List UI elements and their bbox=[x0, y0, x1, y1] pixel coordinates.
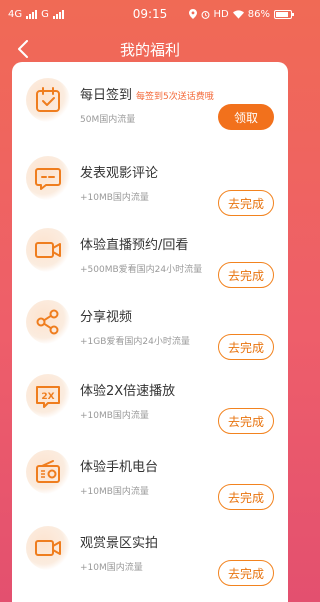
signal-icon bbox=[26, 9, 38, 19]
task-promo: 每签到5次送话费哦 bbox=[136, 92, 214, 102]
speed-2x-icon: 2X bbox=[36, 386, 60, 408]
comment-icon bbox=[35, 168, 61, 190]
go-complete-button[interactable]: 去完成 bbox=[218, 190, 274, 216]
task-icon-wrap bbox=[26, 526, 70, 570]
task-title: 发表观影评论 bbox=[80, 166, 159, 181]
video-camera-icon bbox=[35, 540, 61, 556]
task-item-scenic: 观赏景区实拍 +10M国内流量 去完成 bbox=[12, 520, 288, 594]
go-complete-button[interactable]: 去完成 bbox=[218, 484, 274, 510]
task-item-share: 分享视频 +1GB爱看国内24小时流量 去完成 bbox=[12, 294, 288, 368]
network-type-label-2: G bbox=[41, 8, 49, 20]
task-reward: +10M国内流量 bbox=[80, 563, 143, 573]
status-bar: 4G G 09:15 HD 86% bbox=[0, 0, 300, 28]
hd-label: HD bbox=[213, 8, 229, 20]
task-icon-wrap bbox=[26, 300, 70, 344]
back-button[interactable] bbox=[10, 36, 36, 62]
wifi-icon bbox=[232, 9, 244, 19]
task-reward: +500MB爱看国内24小时流量 bbox=[80, 265, 203, 275]
task-item-daily-checkin: 每日签到 每签到5次送话费哦 50M国内流量 领取 bbox=[12, 72, 288, 146]
task-icon-wrap bbox=[26, 78, 70, 122]
radio-icon bbox=[36, 460, 60, 483]
task-item-2x-speed: 2X 体验2X倍速播放 +10MB国内流量 去完成 bbox=[12, 368, 288, 442]
task-item-comment: 发表观影评论 +10MB国内流量 去完成 bbox=[12, 150, 288, 224]
task-reward: +10MB国内流量 bbox=[80, 193, 149, 203]
video-camera-icon bbox=[35, 242, 61, 258]
task-title: 分享视频 bbox=[80, 310, 133, 325]
calendar-check-icon bbox=[36, 87, 60, 112]
signal-icon-2 bbox=[52, 9, 64, 19]
status-left: 4G G bbox=[8, 9, 64, 20]
page-title: 我的福利 bbox=[119, 40, 180, 59]
task-icon-wrap: 2X bbox=[26, 374, 70, 418]
battery-percent: 86% bbox=[247, 8, 270, 20]
task-reward: +1GB爱看国内24小时流量 bbox=[80, 337, 190, 347]
battery-fill bbox=[276, 11, 288, 17]
task-item-radio: 体验手机电台 +10MB国内流量 去完成 bbox=[12, 444, 288, 518]
go-complete-button[interactable]: 去完成 bbox=[218, 560, 274, 586]
task-reward: +10MB国内流量 bbox=[80, 411, 149, 421]
task-reward: 50M国内流量 bbox=[80, 115, 136, 125]
task-icon-wrap bbox=[26, 450, 70, 494]
task-title-text: 每日签到 bbox=[80, 88, 133, 103]
task-title: 体验手机电台 bbox=[80, 460, 159, 475]
task-item-live-booking: 体验直播预约/回看 +500MB爱看国内24小时流量 去完成 bbox=[12, 222, 288, 296]
go-complete-button[interactable]: 去完成 bbox=[218, 334, 274, 360]
task-icon-wrap bbox=[26, 156, 70, 200]
share-icon bbox=[36, 309, 59, 335]
network-type-label: 4G bbox=[8, 8, 23, 20]
task-list-card: 每日签到 每签到5次送话费哦 50M国内流量 领取 发表观影评论 +10MB国内流… bbox=[12, 62, 288, 602]
claim-button[interactable]: 领取 bbox=[218, 104, 274, 130]
svg-text:2X: 2X bbox=[41, 392, 54, 402]
task-reward: +10MB国内流量 bbox=[80, 487, 149, 497]
chevron-left-icon bbox=[18, 40, 28, 58]
alarm-icon bbox=[201, 10, 209, 19]
go-complete-button[interactable]: 去完成 bbox=[218, 262, 274, 288]
battery-icon bbox=[274, 9, 294, 19]
go-complete-button[interactable]: 去完成 bbox=[218, 408, 274, 434]
task-title: 每日签到 每签到5次送话费哦 bbox=[80, 84, 214, 103]
task-icon-wrap bbox=[26, 228, 70, 272]
task-title: 体验直播预约/回看 bbox=[80, 238, 189, 253]
status-right: HD 86% bbox=[188, 8, 294, 20]
task-title: 观赏景区实拍 bbox=[80, 536, 159, 551]
task-title: 体验2X倍速播放 bbox=[80, 384, 176, 399]
location-icon bbox=[188, 9, 197, 19]
